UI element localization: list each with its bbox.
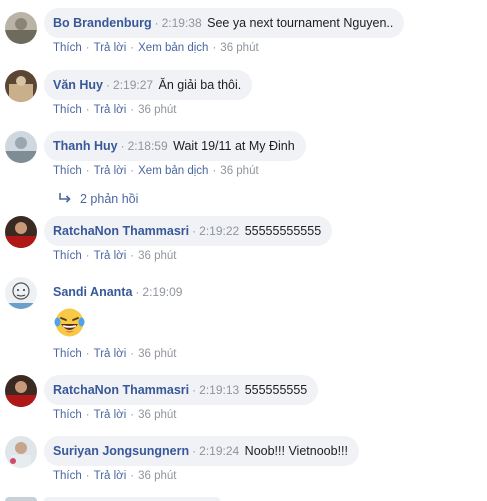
- separator: ·: [212, 42, 217, 54]
- separator: ·: [130, 250, 135, 262]
- comment-actions: Thích · Trả lời · 36 phút: [53, 409, 177, 421]
- comment-actions: Thích · Trả lời · Xem bản dịch · 36 phút: [53, 165, 259, 177]
- like-link[interactable]: Thích: [53, 165, 82, 177]
- comment-actions: Thích · Trả lời · 36 phút: [53, 348, 177, 360]
- comment-actions: Thích · Trả lời · 36 phút: [53, 470, 177, 482]
- avatar[interactable]: [5, 12, 37, 44]
- like-link[interactable]: Thích: [53, 104, 82, 116]
- comment-author[interactable]: RatchaNon Thammasri: [53, 383, 189, 397]
- like-link[interactable]: Thích: [53, 42, 82, 54]
- separator: ·: [192, 444, 197, 458]
- comment-bubble: Suriyan Jongsungnern · 2:19:24 Noob!!! Vie…: [44, 436, 359, 466]
- comment-time-ago[interactable]: 36 phút: [138, 470, 176, 482]
- comment-actions: Thích · Trả lời · 36 phút: [53, 104, 177, 116]
- comment-time-ago[interactable]: 36 phút: [220, 42, 258, 54]
- next-comment-bubble-partial: [44, 497, 220, 501]
- comment-text: Ăn giải ba thôi.: [158, 78, 242, 92]
- like-link[interactable]: Thích: [53, 250, 82, 262]
- separator: ·: [120, 139, 125, 153]
- separator: ·: [130, 470, 135, 482]
- view-replies-link[interactable]: 2 phản hồi: [58, 192, 138, 206]
- reply-arrow-icon: [58, 192, 72, 206]
- separator: ·: [192, 383, 197, 397]
- separator: ·: [85, 104, 90, 116]
- comment-author[interactable]: RatchaNon Thammasri: [53, 224, 189, 238]
- replies-count[interactable]: 2 phản hồi: [80, 192, 138, 206]
- separator: ·: [106, 78, 111, 92]
- avatar[interactable]: [5, 216, 37, 248]
- comment-bubble: Thanh Huy · 2:18:59 Wait 19/11 at My Đinh: [44, 131, 306, 161]
- separator: ·: [135, 285, 140, 299]
- comment-actions: Thích · Trả lời · Xem bản dịch · 36 phút: [53, 42, 259, 54]
- comment-bubble: Văn Huy · 2:19:27 Ăn giải ba thôi.: [44, 70, 253, 100]
- like-link[interactable]: Thích: [53, 409, 82, 421]
- comment-bubble: RatchaNon Thammasri · 2:19:22 55555555555: [44, 216, 333, 246]
- comment-author[interactable]: Văn Huy: [53, 78, 103, 92]
- comment-time[interactable]: 2:19:24: [199, 444, 239, 458]
- separator: ·: [85, 348, 90, 360]
- like-link[interactable]: Thích: [53, 470, 82, 482]
- reply-link[interactable]: Trả lời: [94, 250, 127, 262]
- separator: ·: [85, 250, 90, 262]
- separator: ·: [85, 165, 90, 177]
- comment-time-ago[interactable]: 36 phút: [220, 165, 258, 177]
- comment-time[interactable]: 2:18:59: [128, 139, 168, 153]
- next-comment-avatar-partial[interactable]: [5, 497, 37, 501]
- translate-link[interactable]: Xem bản dịch: [138, 165, 208, 177]
- comment-time[interactable]: 2:19:22: [199, 224, 239, 238]
- separator: ·: [130, 42, 135, 54]
- comment-text: Noob!!! Vietnoob!!!: [244, 444, 348, 458]
- comment-bubble: RatchaNon Thammasri · 2:19:13 555555555: [44, 375, 319, 405]
- avatar[interactable]: [5, 436, 37, 468]
- comment-time-ago[interactable]: 36 phút: [138, 348, 176, 360]
- comment-bubble: Bo Brandenburg · 2:19:38 See ya next tourn…: [44, 8, 405, 38]
- comment-author[interactable]: Suriyan Jongsungnern: [53, 444, 189, 458]
- reply-link[interactable]: Trả lời: [94, 42, 127, 54]
- reply-link[interactable]: Trả lời: [94, 348, 127, 360]
- like-link[interactable]: Thích: [53, 348, 82, 360]
- avatar[interactable]: [5, 70, 37, 102]
- separator: ·: [192, 224, 197, 238]
- comment-time-ago[interactable]: 36 phút: [138, 250, 176, 262]
- separator: ·: [154, 16, 159, 30]
- avatar[interactable]: [5, 131, 37, 163]
- reply-link[interactable]: Trả lời: [94, 104, 127, 116]
- separator: ·: [130, 409, 135, 421]
- separator: ·: [130, 165, 135, 177]
- comment-time[interactable]: 2:19:13: [199, 383, 239, 397]
- comment-text: See ya next tournament Nguyen..: [207, 16, 394, 30]
- comment-time[interactable]: 2:19:09: [142, 285, 182, 299]
- reply-link[interactable]: Trả lời: [94, 409, 127, 421]
- comment-text: Wait 19/11 at My Đinh: [173, 139, 295, 153]
- comment-time-ago[interactable]: 36 phút: [138, 104, 176, 116]
- separator: ·: [85, 409, 90, 421]
- translate-link[interactable]: Xem bản dịch: [138, 42, 208, 54]
- comment-time-ago[interactable]: 36 phút: [138, 409, 176, 421]
- comment-author[interactable]: Bo Brandenburg: [53, 16, 152, 30]
- comment-time[interactable]: 2:19:27: [113, 78, 153, 92]
- comment-text: 555555555: [244, 383, 308, 397]
- laughing-tears-emoji-icon: [53, 306, 86, 339]
- comment-author[interactable]: Thanh Huy: [53, 139, 118, 153]
- avatar[interactable]: [5, 277, 37, 309]
- comment-text: 55555555555: [244, 224, 322, 238]
- avatar[interactable]: [5, 375, 37, 407]
- reply-link[interactable]: Trả lời: [94, 470, 127, 482]
- comment-header: Sandi Ananta · 2:19:09: [44, 277, 193, 307]
- separator: ·: [85, 42, 90, 54]
- separator: ·: [130, 348, 135, 360]
- reply-link[interactable]: Trả lời: [94, 165, 127, 177]
- comment-actions: Thích · Trả lời · 36 phút: [53, 250, 177, 262]
- separator: ·: [212, 165, 217, 177]
- comment-time[interactable]: 2:19:38: [162, 16, 202, 30]
- separator: ·: [85, 470, 90, 482]
- separator: ·: [130, 104, 135, 116]
- comment-author[interactable]: Sandi Ananta: [53, 285, 132, 299]
